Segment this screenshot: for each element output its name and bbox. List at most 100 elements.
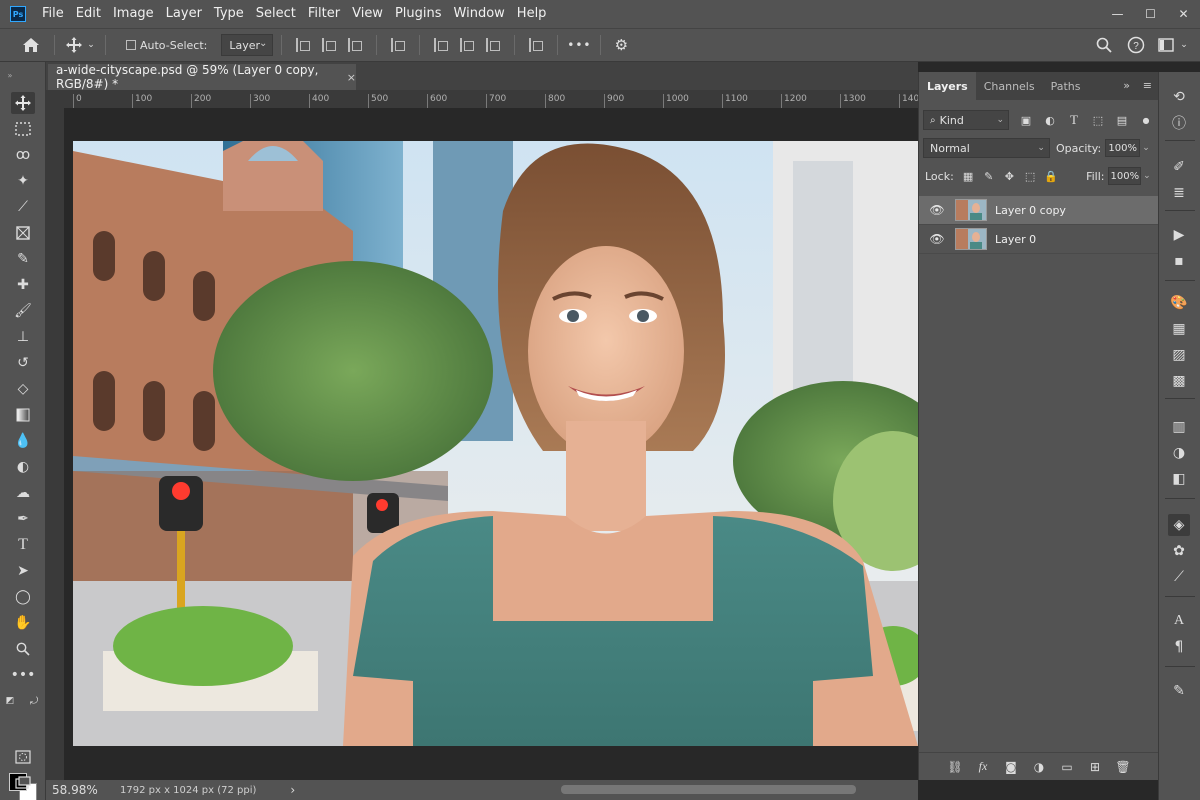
menu-plugins[interactable]: Plugins — [389, 0, 448, 28]
new-group-folder-icon[interactable]: ▭ — [1058, 759, 1076, 775]
clone-stamp-tool-icon[interactable]: ⊥ — [11, 326, 35, 348]
layers-stack-icon[interactable]: ◈ — [1168, 514, 1190, 536]
layer-row[interactable]: 👁 Layer 0 — [919, 225, 1158, 254]
panel-menu-icon[interactable]: ≡ — [1143, 79, 1152, 92]
default-colors-icon[interactable]: ◩ — [4, 690, 16, 712]
menu-type[interactable]: Type — [208, 0, 250, 28]
brush-tool-icon[interactable]: 🖌 — [11, 300, 35, 322]
move-tool-preset-icon[interactable] — [63, 36, 85, 54]
auto-select-checkbox[interactable] — [126, 40, 136, 50]
align-top-edges-icon[interactable] — [434, 38, 449, 52]
search-icon[interactable] — [1094, 37, 1114, 53]
workspace-icon[interactable] — [1156, 38, 1176, 52]
layer-thumbnail[interactable] — [955, 199, 987, 221]
distribute-vertical-icon[interactable] — [391, 38, 406, 52]
layer-thumbnail[interactable] — [955, 228, 987, 250]
align-horizontal-centers-icon[interactable] — [322, 38, 337, 52]
tab-channels[interactable]: Channels — [976, 72, 1043, 100]
edit-toolbar-icon[interactable]: ••• — [11, 664, 36, 686]
layer-name[interactable]: Layer 0 — [995, 233, 1036, 246]
eyedropper-plus-tool-icon[interactable]: ⟋ — [11, 196, 35, 218]
info-icon[interactable]: ⓘ — [1168, 112, 1190, 134]
paragraph-icon[interactable]: ¶ — [1168, 636, 1190, 658]
screen-mode-icon[interactable] — [11, 772, 35, 794]
align-bottom-edges-icon[interactable] — [486, 38, 501, 52]
blend-mode-select[interactable]: Normal ⌄ — [923, 138, 1050, 158]
gear-icon[interactable]: ⚙ — [609, 36, 633, 54]
properties-icon[interactable]: ◧ — [1168, 468, 1190, 490]
adjustments-icon[interactable]: ◑ — [1168, 442, 1190, 464]
tab-layers[interactable]: Layers — [919, 72, 976, 100]
menu-help[interactable]: Help — [511, 0, 553, 28]
pen-tool-icon[interactable]: ✒ — [11, 508, 35, 530]
link-layers-icon[interactable]: ⛓ — [946, 759, 964, 775]
ellipse-tool-icon[interactable]: ◯ — [11, 586, 35, 608]
auto-select-target-select[interactable]: Layer ⌄ — [221, 34, 274, 56]
channels-icon[interactable]: ✿ — [1168, 540, 1190, 562]
libraries-icon[interactable]: ▥ — [1168, 416, 1190, 438]
eye-icon[interactable]: 👁 — [927, 232, 947, 246]
fill-field[interactable]: 100% — [1108, 167, 1142, 185]
gradients-icon[interactable]: ▨ — [1168, 344, 1190, 366]
menu-layer[interactable]: Layer — [160, 0, 208, 28]
move-tool-icon[interactable] — [11, 92, 35, 114]
filter-kind-select[interactable]: ⌕ Kind ⌄ — [923, 110, 1009, 130]
menu-image[interactable]: Image — [107, 0, 160, 28]
zoom-level[interactable]: 58.98% — [46, 783, 106, 797]
lock-transparent-icon[interactable]: ▦ — [962, 169, 975, 183]
collapse-toolbar-icon[interactable]: » — [6, 64, 14, 86]
glyphs-icon[interactable]: ▪ — [1168, 250, 1190, 272]
align-vertical-centers-icon[interactable] — [460, 38, 475, 52]
collapse-panel-icon[interactable]: » — [1123, 79, 1130, 92]
status-menu-chevron-icon[interactable]: › — [290, 783, 295, 797]
new-layer-icon[interactable]: ⊞ — [1086, 759, 1104, 775]
path-selection-tool-icon[interactable]: ➤ — [11, 560, 35, 582]
document-tab[interactable]: a-wide-cityscape.psd @ 59% (Layer 0 copy… — [48, 63, 356, 91]
history-brush-tool-icon[interactable]: ↺ — [11, 352, 35, 374]
history-icon[interactable]: ⟲ — [1168, 86, 1190, 108]
layer-row[interactable]: 👁 Layer 0 copy — [919, 196, 1158, 225]
swatches-grid-icon[interactable]: ▦ — [1168, 318, 1190, 340]
dodge-tool-icon[interactable]: ◐ — [11, 456, 35, 478]
distribute-horizontal-icon[interactable] — [529, 38, 544, 52]
eye-icon[interactable]: 👁 — [927, 203, 947, 217]
delete-layer-trash-icon[interactable]: 🗑 — [1114, 759, 1132, 775]
menu-view[interactable]: View — [346, 0, 389, 28]
lasso-tool-icon[interactable]: ꝏ — [11, 144, 35, 166]
close-tab-icon[interactable]: × — [347, 71, 356, 84]
align-right-edges-icon[interactable] — [348, 38, 363, 52]
zoom-tool-icon[interactable] — [11, 638, 35, 660]
healing-brush-tool-icon[interactable]: ✚ — [11, 274, 35, 296]
hand-tool-icon[interactable]: ✋ — [11, 612, 35, 634]
paths-icon[interactable]: ⟋ — [1168, 566, 1190, 588]
brush-settings-icon[interactable]: ✐ — [1168, 156, 1190, 178]
document-image[interactable] — [73, 141, 918, 746]
frame-tool-icon[interactable] — [11, 222, 35, 244]
eyedropper-tool-icon[interactable]: ✎ — [11, 248, 35, 270]
type-filter-icon[interactable]: T — [1067, 112, 1081, 127]
auto-select-toggle[interactable]: Auto-Select: — [126, 39, 207, 52]
chevron-down-icon[interactable]: ⌄ — [1142, 143, 1154, 153]
shape-filter-icon[interactable]: ⬚ — [1091, 113, 1105, 127]
character-icon[interactable]: A — [1168, 610, 1190, 632]
filter-toggle-icon[interactable]: ● — [1139, 113, 1153, 127]
close-window-button[interactable]: ✕ — [1167, 0, 1200, 28]
blur-tool-icon[interactable]: 💧 — [11, 430, 35, 452]
photoshop-logo-icon[interactable]: Ps — [10, 6, 26, 22]
tab-paths[interactable]: Paths — [1043, 72, 1089, 100]
type-tool-icon[interactable]: T — [11, 534, 35, 556]
pixel-filter-icon[interactable]: ▣ — [1019, 113, 1033, 127]
chevron-down-icon[interactable]: ⌄ — [85, 40, 97, 50]
patterns-icon[interactable]: ▩ — [1168, 370, 1190, 392]
lock-all-icon[interactable]: 🔒 — [1044, 169, 1058, 183]
layer-style-fx-icon[interactable]: fx — [974, 759, 992, 775]
menu-select[interactable]: Select — [250, 0, 302, 28]
color-palette-icon[interactable]: 🎨 — [1168, 292, 1190, 314]
horizontal-scrollbar[interactable] — [561, 785, 856, 794]
add-mask-icon[interactable]: ◙ — [1002, 759, 1020, 775]
vertical-ruler[interactable] — [46, 90, 64, 780]
quick-mask-icon[interactable] — [11, 746, 35, 768]
align-left-edges-icon[interactable] — [296, 38, 311, 52]
gradient-tool-icon[interactable] — [11, 404, 35, 426]
lock-position-icon[interactable]: ✥ — [1003, 169, 1016, 183]
